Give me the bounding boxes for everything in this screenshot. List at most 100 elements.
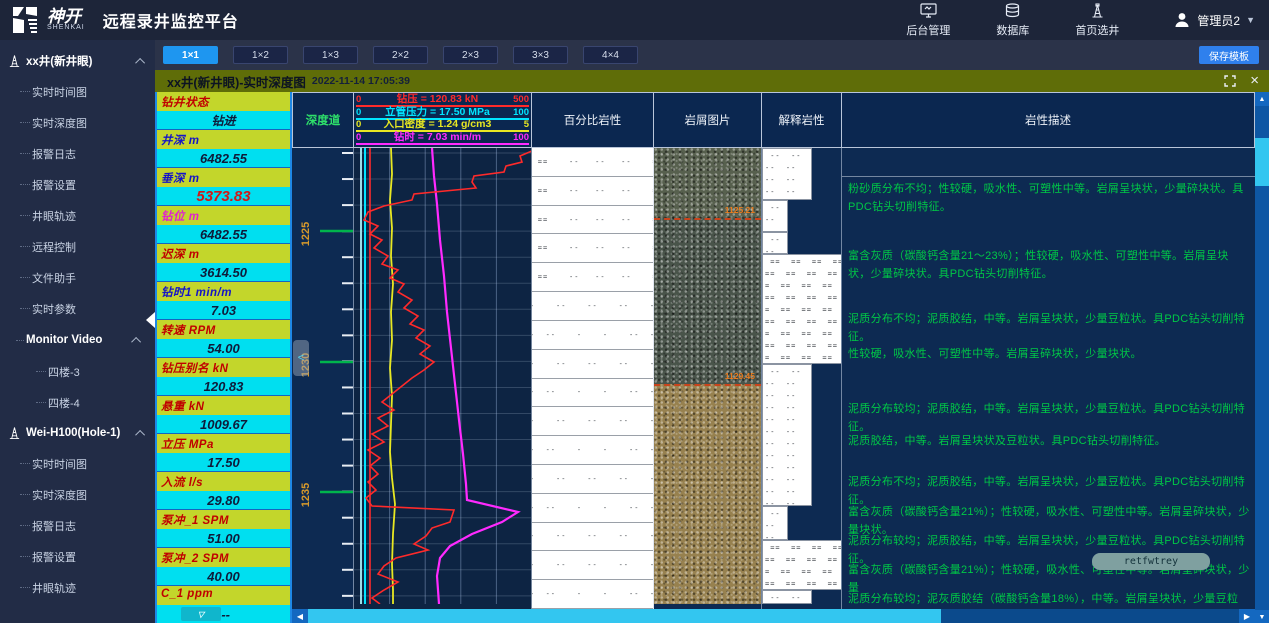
sidebar-item-7[interactable]: 文件助手: [8, 262, 155, 293]
derrick-icon: [8, 426, 21, 440]
layout-tab-2×2[interactable]: 2×2: [373, 46, 428, 64]
scroll-down-arrow[interactable]: ▼: [1255, 610, 1269, 623]
param-block-7: 钻压别名 kN120.83: [157, 358, 290, 396]
lithology-description-column: retfwtrey 粉砂质分布不均；性较硬，吸水性、可塑性中等。岩屑呈块状，少量…: [842, 148, 1255, 609]
param-value: 54.00: [157, 339, 290, 357]
lithology-pattern-row: - - - -- -- -- - - -: [532, 465, 653, 494]
curve-max: 100: [505, 107, 529, 118]
app-title: 远程录井监控平台: [103, 8, 239, 32]
param-label: 迟深 m: [157, 244, 290, 263]
cuttings-photo-segment-1: [654, 218, 761, 384]
lithology-description: 粉砂质分布不均；性较硬，吸水性、可塑性中等。岩屑呈块状，少量碎块状。具PDC钻头…: [848, 180, 1251, 216]
nav-item-0[interactable]: 后台管理: [906, 3, 950, 38]
admin-monitor-icon: [920, 3, 937, 21]
interp-lithology-block: -- -- -- -- -- -- -- -- -- -- -- -- -- -…: [762, 506, 788, 540]
lithology-pattern-row: -- -- -- - - -- -- --: [532, 436, 653, 465]
sidebar-item-17[interactable]: 井眼轨迹: [8, 572, 155, 603]
maximize-icon[interactable]: [1224, 75, 1236, 87]
param-value-text: 17.50: [207, 455, 240, 470]
param-value: 17.50: [157, 453, 290, 471]
param-value: 6482.55: [157, 225, 290, 243]
chevron-up-icon[interactable]: [131, 336, 141, 346]
lithology-description: 泥质分布较均；泥质胶结，中等。岩屑呈块状，少量豆粒状。具PDC钻头切削特征。: [848, 400, 1251, 436]
panel-title: xx井(新井眼)-实时深度图: [167, 72, 306, 91]
layout-tab-4×4[interactable]: 4×4: [583, 46, 638, 64]
brand-cn: 神开: [47, 9, 85, 24]
lithology-description: 泥质分布较均；泥灰质胶结（碳酸钙含量18%），中等。岩屑呈块状，少量豆粒状。具P…: [848, 590, 1251, 609]
curve-min: 0: [356, 119, 370, 130]
photo-depth-label: 1125.21: [725, 205, 755, 215]
column-header-percent-lithology: 百分比岩性: [532, 92, 654, 148]
param-label: 泵冲_2 SPM: [157, 548, 290, 567]
param-value: 120.83: [157, 377, 290, 395]
nav-item-label: 数据库: [996, 22, 1029, 38]
interp-lithology-block: -- -- -- -- -- -- -- -- -- -- -- -- -- -…: [762, 590, 812, 604]
param-value-text: 1009.67: [200, 417, 247, 432]
sidebar-item-14[interactable]: 实时深度图: [8, 479, 155, 510]
param-value-text: 120.83: [204, 379, 244, 394]
param-value: 40.00: [157, 567, 290, 585]
sidebar-item-4[interactable]: 报警设置: [8, 169, 155, 200]
param-label: C_1 ppm: [157, 586, 290, 605]
param-label: 钻井状态: [157, 92, 290, 111]
close-icon[interactable]: ×: [1250, 75, 1259, 87]
shenkai-logo-icon: [10, 5, 40, 35]
lithology-description: 性较硬，吸水性、可塑性中等。岩屑呈碎块状，少量块状。: [848, 345, 1251, 363]
sidebar-collapse-handle[interactable]: [146, 312, 155, 328]
percent-lithology-column: == == == -- -- -- = = === == == -- -- --…: [532, 148, 654, 609]
lithology-pattern-row: - - - -- -- -- - - -: [532, 350, 653, 379]
sidebar-well-12[interactable]: Wei-H100(Hole-1): [8, 418, 155, 448]
sidebar-item-13[interactable]: 实时时间图: [8, 448, 155, 479]
horizontal-scroll-thumb[interactable]: [308, 609, 941, 623]
param-block-9: 立压 MPa17.50: [157, 434, 290, 472]
chevron-up-icon[interactable]: [135, 429, 145, 439]
param-value-text: 5373.83: [196, 188, 250, 205]
param-collapse-button[interactable]: <: [293, 340, 309, 376]
cuttings-photo-column: 1125.211129.45: [654, 148, 762, 609]
scroll-right-arrow[interactable]: ▶: [1239, 609, 1255, 623]
sidebar-item-6[interactable]: 远程控制: [8, 231, 155, 262]
brand-en: SHENKAI: [47, 24, 85, 31]
group-label: Monitor Video: [26, 334, 102, 346]
layout-tab-1×1[interactable]: 1×1: [163, 46, 218, 64]
sidebar-item-15[interactable]: 报警日志: [8, 510, 155, 541]
layout-tab-1×2[interactable]: 1×2: [233, 46, 288, 64]
lithology-pattern-row: -- -- -- - - -- -- --: [532, 580, 653, 609]
chevron-up-icon[interactable]: [135, 57, 145, 67]
param-label: 悬重 kN: [157, 396, 290, 415]
curve-max: 100: [505, 132, 529, 143]
sidebar-item-8[interactable]: 实时参数: [8, 293, 155, 324]
nav-item-2[interactable]: 首页选井: [1075, 3, 1119, 38]
sidebar-item-3[interactable]: 报警日志: [8, 138, 155, 169]
sidebar-item-10[interactable]: 四楼-3: [8, 356, 155, 387]
chart-header: 深度道 0钻压 = 120.83 kN5000立管压力 = 17.50 MPa1…: [292, 92, 1255, 148]
lithology-description: 泥质分布不均；泥质胶结，中等。岩屑呈块状，少量豆粒状。具PDC钻头切削特征。: [848, 310, 1251, 346]
curve-name-value: 钻压 = 120.83 kN: [370, 94, 505, 105]
save-template-button[interactable]: 保存模板: [1199, 46, 1259, 64]
layout-tab-3×3[interactable]: 3×3: [513, 46, 568, 64]
user-menu[interactable]: 管理员2 ▼: [1173, 11, 1255, 29]
param-value-text: 钻进: [211, 112, 235, 129]
curve-min: 0: [356, 132, 370, 143]
interp-lithology-block: -- -- -- -- -- -- -- -- -- -- -- -- -- -…: [762, 232, 788, 254]
scroll-left-arrow[interactable]: ◀: [292, 609, 308, 623]
layout-tab-1×3[interactable]: 1×3: [303, 46, 358, 64]
nav-item-label: 后台管理: [906, 22, 950, 38]
lithology-description: 富含灰质（碳酸钙含量21～23%）；性较硬，吸水性、可塑性中等。岩屑呈块状，少量…: [848, 247, 1251, 283]
vertical-scroll-thumb[interactable]: [1255, 138, 1269, 186]
depth-chart-panel: xx井(新井眼)-实时深度图 2022-11-14 17:05:39 × 钻井状…: [155, 70, 1269, 623]
curve-max: 5: [505, 119, 529, 130]
sidebar-item-2[interactable]: 实时深度图: [8, 107, 155, 138]
sidebar-well-0[interactable]: xx井(新井眼): [8, 46, 155, 76]
nav-item-1[interactable]: 数据库: [996, 3, 1029, 38]
sidebar-group-9[interactable]: Monitor Video: [8, 324, 155, 356]
sidebar-item-16[interactable]: 报警设置: [8, 541, 155, 572]
layout-tab-2×3[interactable]: 2×3: [443, 46, 498, 64]
scroll-up-arrow[interactable]: ▲: [1255, 92, 1269, 106]
sidebar-item-1[interactable]: 实时时间图: [8, 76, 155, 107]
sidebar-item-5[interactable]: 井眼轨迹: [8, 200, 155, 231]
param-block-4: 迟深 m3614.50: [157, 244, 290, 282]
sidebar-item-11[interactable]: 四楼-4: [8, 387, 155, 418]
column-header-interpreted-lithology: 解释岩性: [762, 92, 842, 148]
dropdown-chevron-icon[interactable]: ▽: [181, 607, 221, 621]
